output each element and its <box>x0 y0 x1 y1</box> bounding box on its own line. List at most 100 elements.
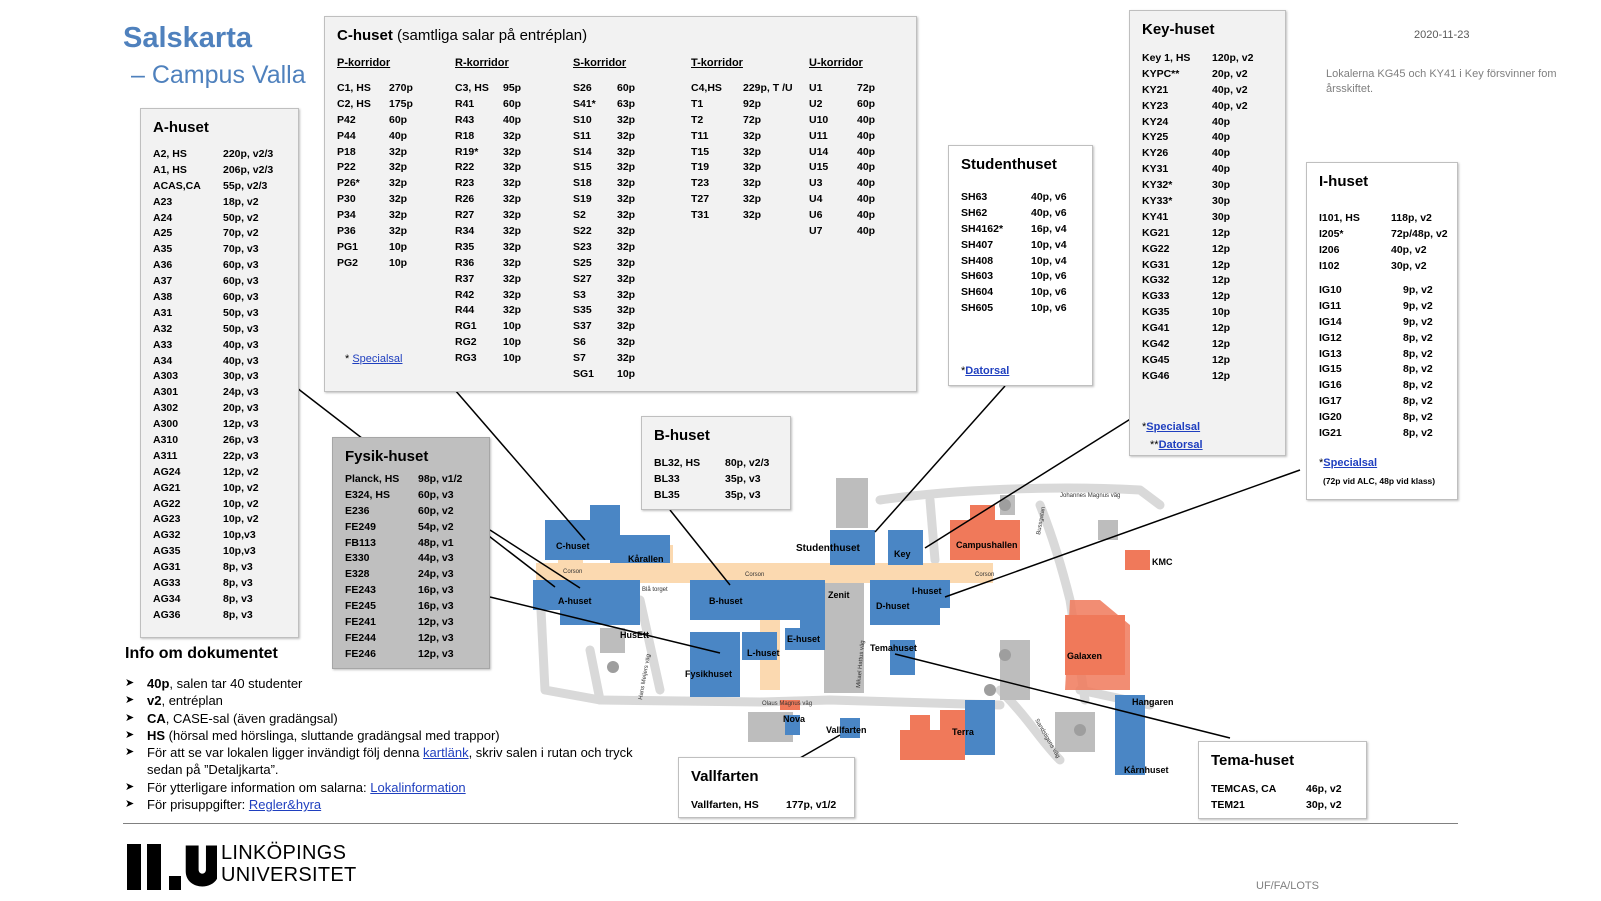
key-huset-footnote-2: **Datorsal <box>1150 439 1203 451</box>
room-row: A2, HS 220p, v2/3 <box>153 147 273 163</box>
room-capacity: 8p, v3 <box>223 561 253 574</box>
map-label-i-huset: I-huset <box>912 586 942 596</box>
specialsal-link[interactable]: Specialsal <box>1146 421 1200 433</box>
room-capacity: 32p <box>617 272 636 285</box>
room-capacity: 40p, v2 <box>1391 243 1427 256</box>
room-row: IG10 9p, v2 <box>1319 283 1433 299</box>
room-capacity: 8p, v2 <box>1403 331 1433 344</box>
room-capacity: 10p <box>503 320 522 333</box>
vallfarten-box: Vallfarten Vallfarten, HS 177p, v1/2 <box>678 757 855 818</box>
room-row: T11 32p <box>691 129 793 145</box>
map-label-kmc: KMC <box>1152 557 1173 567</box>
datorsal-link[interactable]: Datorsal <box>1159 439 1203 451</box>
regler-hyra-link[interactable]: Regler&hyra <box>249 797 321 812</box>
room-capacity: 10p <box>1212 306 1231 319</box>
room-name: A31 <box>153 306 173 319</box>
room-name: ACAS,CA <box>153 179 201 192</box>
a-huset-box: A-huset A2, HS 220p, v2/3 A1, HS 206p, v2/3… <box>140 108 299 638</box>
room-capacity: 40p, v6 <box>1031 191 1067 203</box>
map-label-c-huset: C-huset <box>556 541 590 551</box>
a-huset-title: A-huset <box>153 119 209 136</box>
info-item: ➤ 40p, salen tar 40 studenter <box>125 675 670 692</box>
room-capacity: 40p <box>389 129 408 142</box>
room-row: A36 60p, v3 <box>153 258 273 274</box>
room-row: KY31 40p <box>1142 162 1253 178</box>
room-row: R41 60p <box>455 97 521 113</box>
room-name: TEM21 <box>1211 798 1245 811</box>
room-name: R44 <box>455 304 475 317</box>
room-capacity: 32p <box>743 145 762 158</box>
room-row: IG20 8p, v2 <box>1319 410 1433 426</box>
room-name: AG36 <box>153 608 181 621</box>
room-capacity: 20p, v3 <box>223 402 259 415</box>
kartlank-link[interactable]: kartlänk <box>423 745 469 760</box>
room-name: FB113 <box>345 536 376 549</box>
room-name: FE243 <box>345 584 376 597</box>
room-capacity: 32p <box>389 161 408 174</box>
datorsal-link[interactable]: Datorsal <box>965 365 1009 377</box>
room-row: SH62 40p, v6 <box>961 206 1067 222</box>
room-name: T27 <box>691 193 710 206</box>
room-row: ACAS,CA 55p, v2/3 <box>153 179 273 195</box>
map-label-a-huset: A-huset <box>558 596 592 606</box>
corridor-heading: R-korridor <box>455 57 509 69</box>
map-label-hangaren: Hangaren <box>1132 697 1174 707</box>
room-capacity: 24p, v3 <box>418 568 454 581</box>
room-row: SG1 10p <box>573 367 635 383</box>
room-name: KG21 <box>1142 226 1170 239</box>
room-name: A25 <box>153 227 173 240</box>
room-name: E324, HS <box>345 488 390 501</box>
room-row: R34 32p <box>455 224 521 240</box>
room-capacity: 40p, v6 <box>1031 206 1067 219</box>
i-huset-foot-note: (72p vid ALC, 48p vid klass) <box>1323 476 1436 486</box>
room-row: C1, HS 270p <box>337 81 413 97</box>
room-name: A36 <box>153 259 173 272</box>
lokalinformation-link[interactable]: Lokalinformation <box>370 780 465 795</box>
room-row: AG33 8p, v3 <box>153 576 273 592</box>
map-label-b-huset: B-huset <box>709 596 743 606</box>
map-label-e-huset: E-huset <box>787 634 820 644</box>
room-capacity: 12p, v2 <box>223 465 259 478</box>
room-row: TEM21 30p, v2 <box>1211 798 1342 814</box>
room-row: RG3 10p <box>455 351 521 367</box>
room-name: T11 <box>691 129 709 142</box>
room-row: S2 32p <box>573 208 635 224</box>
room-name: R42 <box>455 288 475 301</box>
room-capacity: 30p, v2 <box>1306 798 1342 811</box>
room-capacity: 12p <box>1212 322 1231 335</box>
room-capacity: 60p <box>389 113 408 126</box>
specialsal-link[interactable]: Specialsal <box>352 353 402 365</box>
room-row: R22 32p <box>455 160 521 176</box>
room-row: U2 60p <box>809 97 875 113</box>
room-capacity: 10p, v2 <box>223 513 259 526</box>
room-row: KG33 12p <box>1142 289 1253 305</box>
room-capacity: 8p, v3 <box>223 592 253 605</box>
key-huset-title: Key-huset <box>1142 21 1215 38</box>
room-row: R37 32p <box>455 272 521 288</box>
room-row: T27 32p <box>691 192 793 208</box>
specialsal-link[interactable]: Specialsal <box>1323 457 1377 469</box>
room-row: E328 24p, v3 <box>345 567 462 583</box>
room-row: S10 32p <box>573 113 635 129</box>
room-row: Planck, HS 98p, v1/2 <box>345 472 462 488</box>
room-capacity: 32p <box>503 304 522 317</box>
room-capacity: 32p <box>617 193 636 206</box>
room-capacity: 12p, v3 <box>418 647 454 660</box>
room-capacity: 95p <box>503 82 522 94</box>
room-name: T23 <box>691 177 710 190</box>
room-name: R34 <box>455 225 475 238</box>
room-capacity: 40p <box>857 225 876 238</box>
info-item: ➤ För att se var lokalen ligger invändig… <box>125 745 633 778</box>
room-name: SH408 <box>961 254 994 267</box>
arrow-bullet-icon: ➤ <box>125 694 135 707</box>
room-capacity: 10p, v6 <box>1031 302 1067 315</box>
room-capacity: 32p <box>617 352 636 365</box>
room-name: IG16 <box>1319 379 1342 392</box>
room-capacity: 32p <box>503 225 522 238</box>
room-row: KG22 12p <box>1142 242 1253 258</box>
room-name: S6 <box>573 336 586 349</box>
room-row: E324, HS 60p, v3 <box>345 488 462 504</box>
room-row: KYPC** 20p, v2 <box>1142 67 1253 83</box>
room-capacity: 44p, v3 <box>418 552 454 565</box>
room-capacity: 26p, v3 <box>223 434 259 447</box>
